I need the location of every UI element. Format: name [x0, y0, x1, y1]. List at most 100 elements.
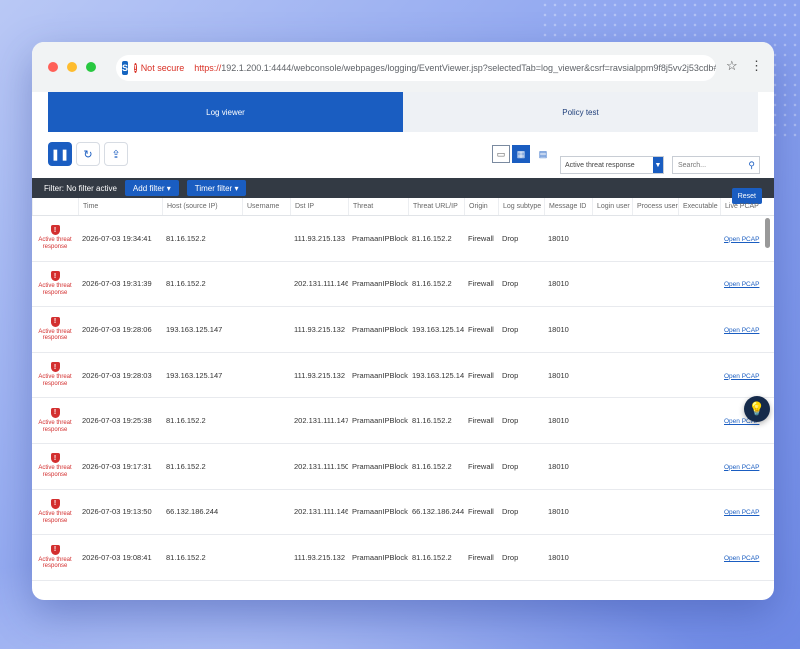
cell-origin: Firewall	[468, 279, 494, 289]
maximize-window-button[interactable]	[86, 62, 96, 72]
lightbulb-icon[interactable]: 💡	[744, 396, 770, 422]
column-header[interactable]: Executable	[678, 198, 720, 215]
cell-dst: 111.93.215.132	[294, 370, 346, 380]
open-pcap-link[interactable]: Open PCAP	[724, 373, 759, 380]
kebab-menu-icon[interactable]: ⋮	[750, 58, 763, 74]
search-icon: ⚲	[748, 160, 755, 170]
minimize-window-button[interactable]	[67, 62, 77, 72]
tab-policy-test[interactable]: Policy test	[403, 92, 758, 132]
shield-alert-icon: !	[50, 453, 60, 464]
export-button[interactable]: ⇪	[104, 142, 128, 166]
cell-turl: 81.16.152.2	[412, 552, 452, 562]
column-settings-icon[interactable]: ▤	[534, 145, 552, 163]
cell-time: 2026-07-03 19:13:50	[82, 507, 152, 517]
table-row[interactable]: ! Active threat response 2026-07-03 19:28:…	[32, 353, 774, 399]
cell-msgid: 18010	[548, 324, 569, 334]
table-row[interactable]: ! Active threat response 2026-07-03 19:34:…	[32, 216, 774, 262]
severity-cell: ! Active threat response	[32, 271, 78, 297]
cell-pcap: Open PCAP	[720, 325, 764, 334]
column-header[interactable]: Threat	[348, 198, 408, 215]
table-view-icon[interactable]: ▦	[512, 145, 530, 163]
cell-host: 81.16.152.2	[166, 416, 206, 426]
table-row[interactable]: ! Active threat response 2026-07-03 19:25:…	[32, 398, 774, 444]
cell-host: 81.16.152.2	[166, 461, 206, 471]
column-header[interactable]: Username	[242, 198, 290, 215]
cell-time: 2026-07-03 19:28:06	[82, 324, 152, 334]
filter-bar: Filter: No filter active Add filter ▾ Ti…	[32, 178, 774, 204]
column-header[interactable]: Dst IP	[290, 198, 348, 215]
severity-label: Active threat response	[38, 237, 72, 251]
address-bar[interactable]: S ! Not secure https:// 192.1.200.1:4444…	[116, 55, 716, 81]
tab-log-viewer[interactable]: Log viewer	[48, 92, 403, 132]
cell-subtype: Drop	[502, 461, 519, 471]
cell-host: 81.16.152.2	[166, 552, 206, 562]
table-scrollbar[interactable]	[765, 218, 770, 248]
star-outline-icon[interactable]: ☆	[726, 58, 738, 74]
shield-alert-icon: !	[50, 407, 60, 418]
not-secure-label[interactable]: Not secure	[141, 63, 185, 73]
cell-dst: 111.93.215.132	[294, 324, 346, 334]
search-input[interactable]: Search... ⚲	[672, 156, 760, 174]
table-row[interactable]: ! Active threat response 2026-07-03 19:17:…	[32, 444, 774, 490]
column-header[interactable]: Process user	[632, 198, 678, 215]
cell-threat: PramaanIPBlock	[352, 370, 408, 380]
compact-view-icon[interactable]: ▭	[492, 145, 510, 163]
pause-button[interactable]: ❚❚	[48, 142, 72, 166]
cell-threat: PramaanIPBlock	[352, 279, 408, 289]
refresh-button[interactable]: ↻	[76, 142, 100, 166]
open-pcap-link[interactable]: Open PCAP	[724, 464, 759, 471]
column-header[interactable]: Origin	[464, 198, 498, 215]
refresh-icon: ↻	[83, 148, 93, 161]
severity-cell: ! Active threat response	[32, 407, 78, 434]
cell-host: 193.163.125.147	[166, 370, 223, 380]
column-header[interactable]: Time	[78, 198, 162, 215]
cell-time: 2026-07-03 19:25:38	[82, 416, 152, 426]
severity-label: Active threat response	[38, 328, 72, 342]
cell-subtype: Drop	[502, 324, 519, 334]
timer-filter-button[interactable]: Timer filter ▾	[186, 180, 247, 196]
table-row[interactable]: ! Active threat response 2026-07-03 19:31:…	[32, 262, 774, 308]
cell-time: 2026-07-03 19:28:03	[82, 370, 152, 380]
open-pcap-link[interactable]: Open PCAP	[724, 327, 759, 334]
cell-pcap: Open PCAP	[720, 507, 764, 516]
open-pcap-link[interactable]: Open PCAP	[724, 509, 759, 516]
cell-msgid: 18010	[548, 552, 569, 562]
column-header[interactable]: Message ID	[544, 198, 592, 215]
column-header[interactable]: Live PCAP	[720, 198, 764, 215]
table-header: Time Host (source IP) Username Dst IP Th…	[32, 198, 774, 216]
cell-msgid: 18010	[548, 279, 569, 289]
column-header[interactable]: Threat URL/IP	[408, 198, 464, 215]
shield-alert-icon: !	[50, 362, 60, 373]
cell-time: 2026-07-03 19:34:41	[82, 233, 152, 243]
severity-cell: ! Active threat response	[32, 362, 78, 388]
shield-alert-icon: !	[50, 225, 60, 236]
table-body: ! Active threat response 2026-07-03 19:34:…	[32, 216, 774, 581]
column-header[interactable]: Host (source IP)	[162, 198, 242, 215]
add-filter-button[interactable]: Add filter ▾	[124, 180, 179, 196]
open-pcap-link[interactable]: Open PCAP	[724, 236, 759, 243]
open-pcap-link[interactable]: Open PCAP	[724, 281, 759, 288]
cell-dst: 111.93.215.132	[294, 552, 346, 562]
tab-bar: Log viewer Policy test	[48, 92, 758, 132]
table-row[interactable]: ! Active threat response 2026-07-03 19:28:…	[32, 307, 774, 353]
open-pcap-link[interactable]: Open PCAP	[724, 555, 759, 562]
column-header[interactable]	[32, 198, 78, 215]
cell-subtype: Drop	[502, 416, 519, 426]
cell-subtype: Drop	[502, 279, 519, 289]
cell-host: 66.132.186.244	[166, 507, 219, 517]
table-row[interactable]: ! Active threat response 2026-07-03 19:13:…	[32, 490, 774, 536]
warning-icon: !	[134, 63, 137, 73]
cell-origin: Firewall	[468, 552, 494, 562]
filter-status: Filter: No filter active	[44, 183, 117, 193]
log-type-select[interactable]: Active threat response ▼	[560, 156, 664, 174]
close-window-button[interactable]	[48, 62, 58, 72]
table-row[interactable]: ! Active threat response 2026-07-03 19:08:…	[32, 535, 774, 581]
cell-msgid: 18010	[548, 416, 569, 426]
column-header[interactable]: Login user	[592, 198, 632, 215]
cell-turl: 81.16.152.2	[412, 279, 452, 289]
cell-threat: PramaanIPBlock	[352, 233, 408, 243]
shield-alert-icon: !	[50, 498, 60, 509]
search-placeholder: Search...	[678, 161, 707, 169]
cell-origin: Firewall	[468, 370, 494, 380]
column-header[interactable]: Log subtype	[498, 198, 544, 215]
